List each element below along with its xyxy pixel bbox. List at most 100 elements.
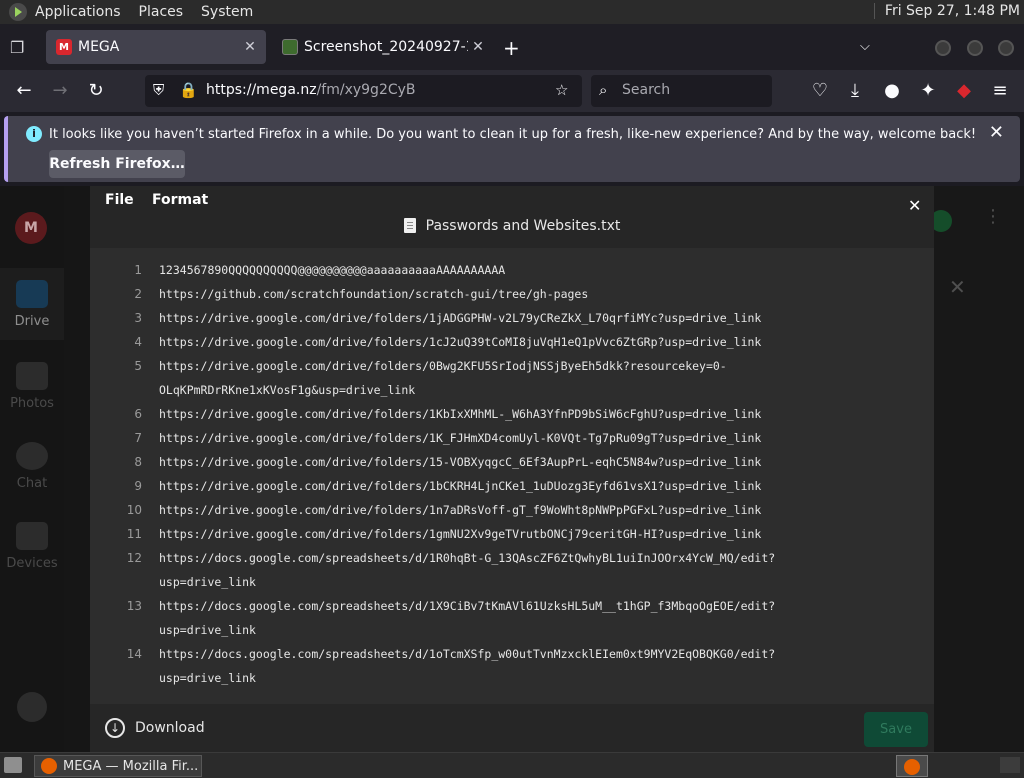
workspace-switcher[interactable] <box>896 755 928 777</box>
menu-file[interactable]: File <box>105 192 134 208</box>
line-number: 5 <box>134 359 142 373</box>
line-text[interactable]: https://docs.google.com/spreadsheets/d/1… <box>159 546 775 570</box>
line-text[interactable]: usp=drive_link <box>159 570 256 594</box>
url-text[interactable]: https://mega.nz/fm/xy9g2CyB <box>206 82 416 98</box>
editor-line[interactable]: 9 https://drive.google.com/drive/folders/… <box>90 474 934 498</box>
sidebar-item-chat[interactable]: Chat <box>0 442 64 502</box>
tab-screenshot[interactable]: Screenshot_20240927-191 ✕ <box>272 30 494 64</box>
downloads-icon[interactable]: ⤓ <box>845 80 865 101</box>
bookmark-star-icon[interactable]: ☆ <box>555 81 568 99</box>
shield-icon[interactable]: ⛨ <box>153 81 164 99</box>
save-button[interactable]: Save <box>864 712 928 747</box>
sidebar-item-label: Photos <box>10 396 54 411</box>
line-number: 7 <box>134 431 142 445</box>
editor-line[interactable]: 4 https://drive.google.com/drive/folders/… <box>90 330 934 354</box>
maximize-window-button[interactable] <box>967 40 983 56</box>
editor-line[interactable]: 12 https://docs.google.com/spreadsheets/d… <box>90 546 934 570</box>
editor-line[interactable]: 7 https://drive.google.com/drive/folders/… <box>90 426 934 450</box>
taskbar-task-firefox[interactable]: MEGA — Mozilla Fir... <box>34 755 202 777</box>
sidebar-item-photos[interactable]: Photos <box>0 362 64 422</box>
line-text[interactable]: usp=drive_link <box>159 666 256 690</box>
mega-logo-icon[interactable]: M <box>15 212 47 244</box>
close-icon[interactable]: ✕ <box>949 275 966 299</box>
editor-line[interactable]: 14 https://docs.google.com/spreadsheets/d… <box>90 642 934 666</box>
tab-close-icon[interactable]: ✕ <box>468 39 488 55</box>
extensions-icon[interactable]: ✦ <box>918 80 938 101</box>
menu-applications[interactable]: Applications <box>35 4 121 20</box>
back-arrow-icon[interactable]: ← <box>14 80 34 101</box>
trash-icon[interactable] <box>1000 757 1020 773</box>
sidebar-item-drive[interactable]: Drive <box>0 268 64 340</box>
clock[interactable]: Fri Sep 27, 1:48 PM <box>873 3 1020 19</box>
chat-bubble-icon <box>16 442 48 470</box>
text-editor-area[interactable]: 1 1234567890QQQQQQQQQQ@@@@@@@@@@aaaaaaaaa… <box>90 248 934 704</box>
firefox-view-icon[interactable]: ❐ <box>10 38 29 57</box>
new-tab-icon[interactable]: + <box>503 36 520 60</box>
line-text[interactable]: https://docs.google.com/spreadsheets/d/1… <box>159 642 775 666</box>
reload-icon[interactable]: ↻ <box>86 80 106 101</box>
hamburger-menu-icon[interactable]: ≡ <box>990 80 1010 101</box>
minimize-window-button[interactable] <box>935 40 951 56</box>
sidebar-item-devices[interactable]: Devices <box>0 522 64 582</box>
url-bar[interactable]: ⛨ 🔒 https://mega.nz/fm/xy9g2CyB ☆ <box>145 75 582 107</box>
line-number: 11 <box>126 527 142 541</box>
tab-mega[interactable]: M MEGA ✕ <box>46 30 266 64</box>
editor-line[interactable]: usp=drive_link <box>90 666 934 690</box>
line-text[interactable]: https://drive.google.com/drive/folders/1… <box>159 306 761 330</box>
line-text[interactable]: https://drive.google.com/drive/folders/1… <box>159 522 761 546</box>
editor-line[interactable]: 10 https://drive.google.com/drive/folders… <box>90 498 934 522</box>
line-text[interactable]: https://drive.google.com/drive/folders/1… <box>159 330 761 354</box>
line-text[interactable]: https://docs.google.com/spreadsheets/d/1… <box>159 594 775 618</box>
editor-line[interactable]: 1 1234567890QQQQQQQQQQ@@@@@@@@@@aaaaaaaaa… <box>90 258 934 282</box>
line-text[interactable]: https://drive.google.com/drive/folders/1… <box>159 426 761 450</box>
menu-system[interactable]: System <box>201 4 253 20</box>
image-icon <box>16 362 48 390</box>
url-host: https://mega.nz <box>206 82 317 98</box>
image-icon <box>282 39 298 55</box>
more-options-icon[interactable]: ⋮ <box>984 206 1002 227</box>
search-icon: ⌕ <box>599 81 608 99</box>
close-icon[interactable]: ✕ <box>989 122 1004 143</box>
line-text[interactable]: https://github.com/scratchfoundation/scr… <box>159 282 588 306</box>
menu-format[interactable]: Format <box>152 192 208 208</box>
line-text[interactable]: 1234567890QQQQQQQQQQ@@@@@@@@@@aaaaaaaaaa… <box>159 258 505 282</box>
sidebar-item-label: Drive <box>14 314 50 329</box>
line-text[interactable]: https://drive.google.com/drive/folders/1… <box>159 498 761 522</box>
download-icon[interactable]: ↓ <box>105 718 125 738</box>
editor-line[interactable]: usp=drive_link <box>90 570 934 594</box>
account-icon[interactable]: ● <box>882 80 902 101</box>
close-window-button[interactable] <box>998 40 1014 56</box>
speed-dial-icon <box>17 692 47 722</box>
line-text[interactable]: https://drive.google.com/drive/folders/0… <box>159 354 727 378</box>
ublock-icon[interactable]: ◆ <box>954 80 974 101</box>
editor-line[interactable]: 2 https://github.com/scratchfoundation/sc… <box>90 282 934 306</box>
system-top-panel: Applications Places System Fri Sep 27, 1… <box>0 0 1024 24</box>
line-text[interactable]: https://drive.google.com/drive/folders/1… <box>159 450 761 474</box>
menu-places[interactable]: Places <box>139 4 184 20</box>
chevron-down-icon[interactable]: ⌵ <box>860 39 870 54</box>
line-text[interactable]: OLqKPmRDrRKne1xKVosF1g&usp=drive_link <box>159 378 415 402</box>
editor-line[interactable]: 13 https://docs.google.com/spreadsheets/d… <box>90 594 934 618</box>
file-title: Passwords and Websites.txt <box>90 218 934 234</box>
editor-line[interactable]: usp=drive_link <box>90 618 934 642</box>
line-text[interactable]: https://drive.google.com/drive/folders/1… <box>159 402 761 426</box>
transfer-manager-icon[interactable] <box>0 692 64 732</box>
tab-close-icon[interactable]: ✕ <box>240 39 260 55</box>
line-text[interactable]: https://drive.google.com/drive/folders/1… <box>159 474 761 498</box>
search-bar[interactable]: ⌕ Search <box>591 75 772 107</box>
editor-line[interactable]: 6 https://drive.google.com/drive/folders/… <box>90 402 934 426</box>
show-desktop-icon[interactable] <box>4 757 22 773</box>
pocket-icon[interactable]: ♡ <box>810 80 830 101</box>
editor-line[interactable]: 3 https://drive.google.com/drive/folders/… <box>90 306 934 330</box>
distro-logo-icon[interactable] <box>9 3 27 21</box>
close-editor-icon[interactable]: ✕ <box>908 196 921 215</box>
lock-icon[interactable]: 🔒 <box>179 81 198 99</box>
editor-line[interactable]: 11 https://drive.google.com/drive/folders… <box>90 522 934 546</box>
line-text[interactable]: usp=drive_link <box>159 618 256 642</box>
editor-line[interactable]: 8 https://drive.google.com/drive/folders/… <box>90 450 934 474</box>
editor-line[interactable]: OLqKPmRDrRKne1xKVosF1g&usp=drive_link <box>90 378 934 402</box>
refresh-firefox-button[interactable]: Refresh Firefox… <box>49 150 185 178</box>
editor-line[interactable]: 5 https://drive.google.com/drive/folders/… <box>90 354 934 378</box>
download-button[interactable]: Download <box>135 720 205 736</box>
forward-arrow-icon[interactable]: → <box>50 80 70 101</box>
